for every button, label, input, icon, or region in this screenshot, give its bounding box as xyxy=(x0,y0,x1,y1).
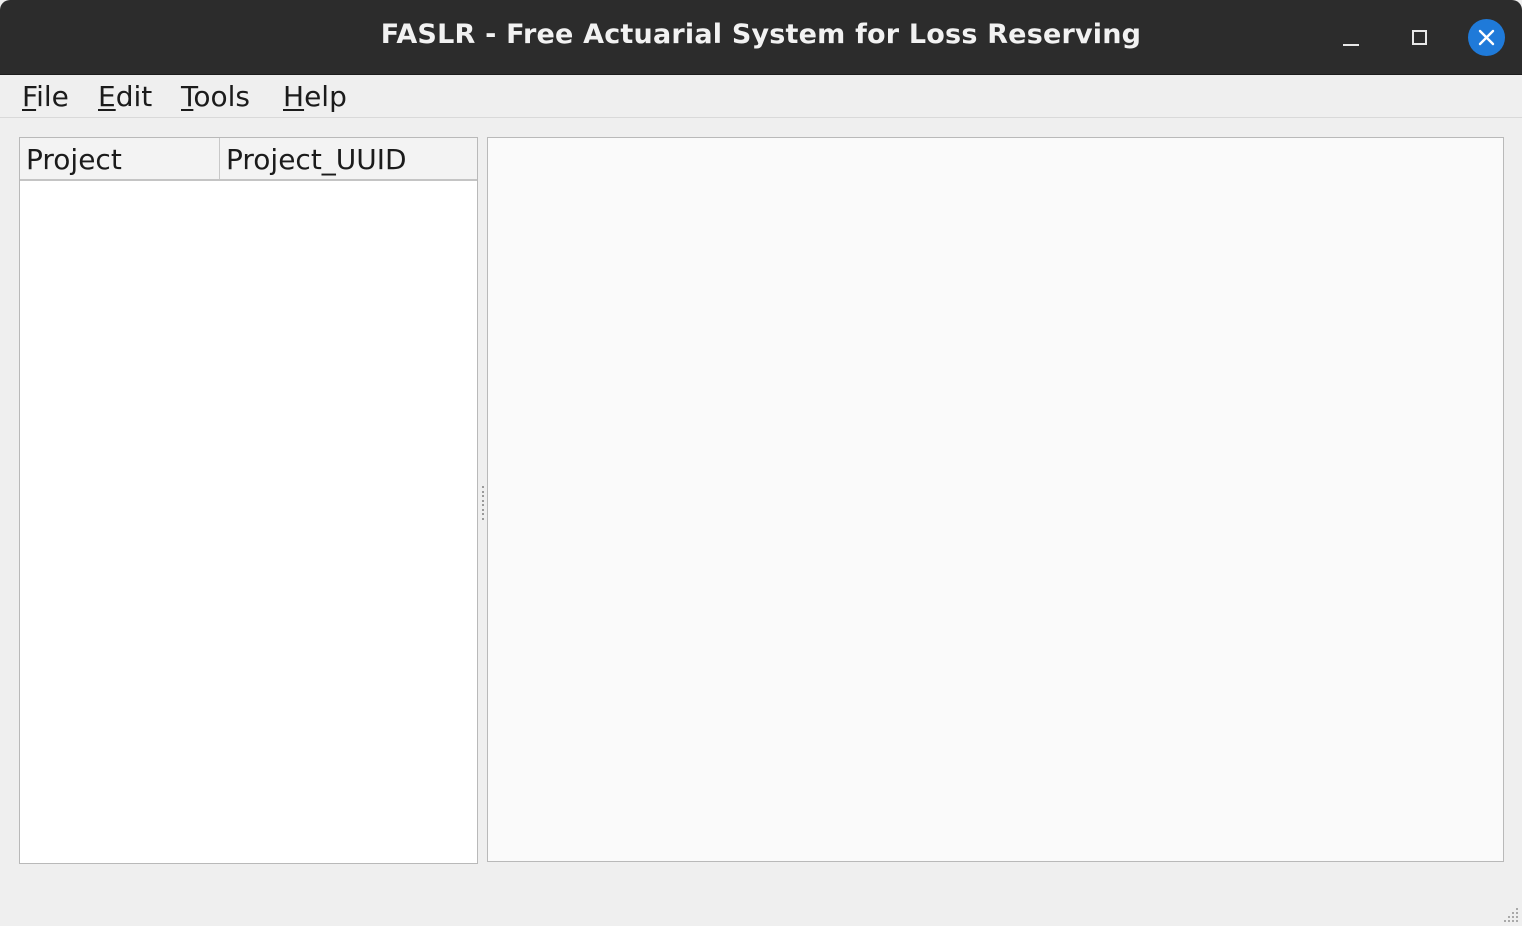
menu-tools-mnemonic: T xyxy=(181,80,194,113)
splitter-dot xyxy=(482,486,484,488)
column-header-project[interactable]: Project xyxy=(20,138,220,179)
maximize-icon xyxy=(1411,29,1427,45)
minimize-icon xyxy=(1343,44,1359,46)
menu-help-mnemonic: H xyxy=(283,80,305,113)
splitter-dot xyxy=(482,517,484,520)
splitter-dot xyxy=(482,504,484,507)
menu-tools-label: ools xyxy=(193,80,250,113)
menu-tools[interactable]: Tools xyxy=(181,80,250,113)
title-bar[interactable]: FASLR - Free Actuarial System for Loss R… xyxy=(0,0,1522,75)
menu-edit-mnemonic: E xyxy=(98,80,116,113)
window-title: FASLR - Free Actuarial System for Loss R… xyxy=(380,19,1142,50)
menu-edit[interactable]: Edit xyxy=(98,80,152,113)
maximize-button[interactable] xyxy=(1404,22,1434,52)
menu-help[interactable]: Help xyxy=(283,80,347,113)
splitter-dot xyxy=(482,513,484,516)
menu-bar: File Edit Tools Help xyxy=(0,75,1522,118)
project-tree-view[interactable]: Project Project_UUID xyxy=(19,137,478,864)
main-content-area xyxy=(487,137,1504,862)
minimize-button[interactable] xyxy=(1336,22,1366,52)
splitter-dot xyxy=(482,490,484,493)
menu-edit-label: dit xyxy=(115,80,153,113)
menu-file-mnemonic: F xyxy=(22,80,37,113)
tree-header: Project Project_UUID xyxy=(20,138,477,181)
splitter-dot xyxy=(482,495,484,498)
splitter-dot xyxy=(482,499,484,502)
menu-file[interactable]: File xyxy=(22,80,69,113)
close-icon xyxy=(1478,29,1495,46)
panel-splitter-handle[interactable] xyxy=(481,486,485,520)
menu-help-label: elp xyxy=(304,80,347,113)
splitter-dot xyxy=(482,508,484,511)
resize-grip-icon[interactable] xyxy=(1500,904,1520,924)
close-button[interactable] xyxy=(1468,19,1505,56)
menu-file-label: ile xyxy=(36,80,69,113)
column-header-project-uuid[interactable]: Project_UUID xyxy=(220,138,477,179)
